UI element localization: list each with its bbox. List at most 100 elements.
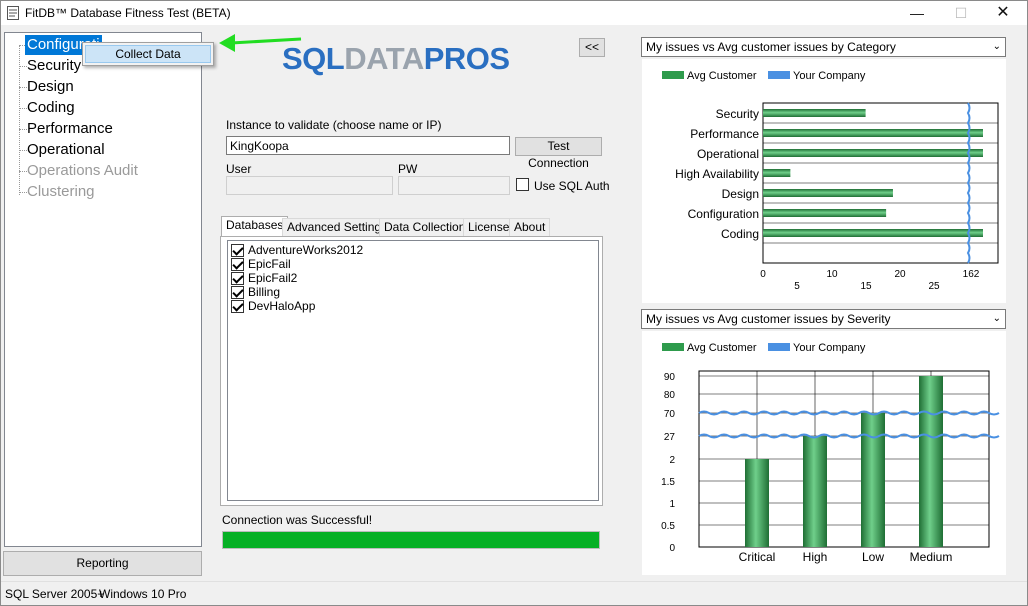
- severity-chart-selector[interactable]: My issues vs Avg customer issues by Seve…: [641, 309, 1006, 329]
- y-tick-label: 0.5: [661, 521, 675, 532]
- database-checklist[interactable]: AdventureWorks2012 EpicFail EpicFail2 Bi…: [227, 240, 599, 501]
- database-checkbox[interactable]: [231, 258, 244, 271]
- tree-connector: [19, 150, 27, 151]
- minimize-button[interactable]: —: [895, 1, 939, 25]
- use-sql-auth-label: Use SQL Auth: [534, 179, 610, 193]
- maximize-button[interactable]: ☐: [939, 1, 983, 25]
- database-checkbox[interactable]: [231, 300, 244, 313]
- avg-customer-bar: [803, 436, 827, 547]
- app-window: FitDB™ Database Fitness Test (BETA) — ☐ …: [0, 0, 1028, 606]
- progress-bar: [222, 531, 600, 549]
- category-label: Security: [716, 107, 759, 121]
- database-checkbox[interactable]: [231, 286, 244, 299]
- logo-pros: PROS: [423, 41, 510, 76]
- avg-customer-bar: [919, 376, 943, 547]
- category-label: Low: [862, 550, 884, 564]
- database-label: DevHaloApp: [248, 299, 316, 313]
- test-connection-button[interactable]: Test Connection: [515, 137, 602, 170]
- tree-connector: [19, 45, 20, 195]
- legend-label: Your Company: [793, 70, 866, 82]
- y-tick-label: 80: [664, 390, 676, 401]
- collapse-button[interactable]: <<: [579, 38, 605, 57]
- tree-item-design[interactable]: Design: [27, 77, 74, 97]
- legend-label: Avg Customer: [687, 342, 757, 354]
- avg-customer-bar: [763, 229, 983, 237]
- password-input[interactable]: [398, 176, 510, 195]
- status-bar: SQL Server 2005+ Windows 10 Pro: [1, 581, 1027, 605]
- database-label: EpicFail: [248, 257, 291, 271]
- database-label: Billing: [248, 285, 281, 299]
- tree-item-operations-audit[interactable]: Operations Audit: [27, 161, 138, 181]
- database-checkbox[interactable]: [231, 244, 244, 257]
- progress-fill: [223, 532, 599, 548]
- x-tick-label: 5: [794, 281, 800, 292]
- category-label: High Availability: [675, 167, 759, 181]
- tab-about[interactable]: About: [509, 218, 551, 236]
- status-sql-version: SQL Server 2005+: [5, 587, 105, 601]
- tree-connector: [19, 129, 27, 130]
- database-checkbox[interactable]: [231, 272, 244, 285]
- chevron-down-icon: ⌄: [992, 313, 1001, 324]
- databases-tab-panel: AdventureWorks2012 EpicFail EpicFail2 Bi…: [220, 236, 603, 506]
- x-tick-label: 162: [963, 269, 980, 280]
- category-chart: Avg Customer Your Company Security Performa…: [642, 59, 1006, 303]
- chevron-down-icon: ⌄: [992, 41, 1001, 52]
- x-tick-label: 25: [928, 281, 940, 292]
- user-input[interactable]: [226, 176, 393, 195]
- user-label: User: [226, 162, 252, 176]
- test-category-tree[interactable]: Configurati Security Design Coding Perfo…: [4, 32, 202, 547]
- database-label: AdventureWorks2012: [248, 243, 364, 257]
- database-label: EpicFail2: [248, 271, 298, 285]
- category-label: High: [803, 550, 828, 564]
- instance-label: Instance to validate (choose name or IP): [226, 118, 442, 132]
- tree-connector: [19, 66, 27, 67]
- category-label: Performance: [690, 127, 759, 141]
- y-tick-label: 70: [664, 409, 676, 420]
- severity-chart-selector-value: My issues vs Avg customer issues by Seve…: [646, 312, 891, 326]
- status-os-version: Windows 10 Pro: [99, 587, 187, 601]
- instance-input[interactable]: KingKoopa: [226, 136, 510, 155]
- category-label: Operational: [697, 147, 759, 161]
- legend-swatch-avg: [662, 343, 684, 351]
- tree-item-clustering[interactable]: Clustering: [27, 182, 95, 202]
- context-menu: Collect Data: [82, 42, 214, 66]
- tree-item-coding[interactable]: Coding: [27, 98, 75, 118]
- avg-customer-bar: [763, 109, 866, 117]
- window-title: FitDB™ Database Fitness Test (BETA): [25, 6, 231, 20]
- y-tick-label: 0: [669, 543, 675, 554]
- tab-data-collections[interactable]: Data Collections: [379, 218, 477, 236]
- category-label: Coding: [721, 227, 759, 241]
- x-tick-label: 20: [894, 269, 906, 280]
- use-sql-auth-checkbox[interactable]: [516, 178, 529, 191]
- category-chart-selector[interactable]: My issues vs Avg customer issues by Cate…: [641, 37, 1006, 57]
- y-tick-label: 90: [664, 372, 676, 383]
- tab-license[interactable]: License: [463, 218, 515, 236]
- category-chart-svg: Avg Customer Your Company Security Performa…: [662, 70, 999, 292]
- category-label: Configuration: [688, 207, 759, 221]
- tree-item-security[interactable]: Security: [27, 56, 81, 76]
- pw-label: PW: [398, 162, 418, 176]
- tab-advanced-settings[interactable]: Advanced Settings: [282, 218, 393, 236]
- connection-status: Connection was Successful!: [222, 513, 373, 527]
- avg-customer-bar: [861, 413, 885, 547]
- tree-connector: [19, 108, 27, 109]
- tab-databases[interactable]: Databases: [221, 216, 289, 237]
- category-label: Critical: [739, 550, 776, 564]
- logo-sql: SQL: [282, 41, 345, 76]
- category-chart-selector-value: My issues vs Avg customer issues by Cate…: [646, 40, 896, 54]
- tree-connector: [19, 87, 27, 88]
- reporting-button[interactable]: Reporting: [3, 551, 202, 576]
- tree-item-performance[interactable]: Performance: [27, 119, 113, 139]
- category-label: Medium: [910, 550, 953, 564]
- legend-label: Avg Customer: [687, 70, 757, 82]
- sqldatapros-logo: SQLDATAPROS: [282, 41, 510, 77]
- close-button[interactable]: ✕: [981, 1, 1025, 25]
- legend-swatch-company: [768, 71, 790, 79]
- collect-data-menu-item[interactable]: Collect Data: [85, 45, 211, 63]
- avg-customer-bar: [763, 149, 983, 157]
- legend-label: Your Company: [793, 342, 866, 354]
- y-tick-label: 2: [669, 455, 675, 466]
- tree-item-operational[interactable]: Operational: [27, 140, 105, 160]
- tree-connector: [19, 192, 27, 193]
- x-tick-label: 0: [760, 269, 766, 280]
